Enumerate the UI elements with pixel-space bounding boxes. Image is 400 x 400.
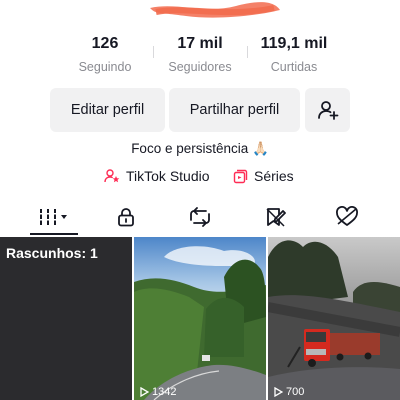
tiktok-studio-label: TikTok Studio bbox=[126, 168, 210, 184]
following-label: Seguindo bbox=[78, 60, 132, 74]
following-count: 126 bbox=[91, 35, 119, 52]
view-count: 700 bbox=[274, 386, 304, 398]
play-icon bbox=[140, 387, 149, 397]
profile-stats: 126 Seguindo 17 mil Seguidores 119,1 mil… bbox=[0, 34, 400, 82]
drafts-tile[interactable]: Rascunhos: 1 bbox=[0, 237, 132, 400]
video-thumbnail[interactable]: 700 bbox=[268, 237, 400, 400]
view-count: 1342 bbox=[140, 386, 176, 398]
tiktok-studio-link[interactable]: TikTok Studio bbox=[104, 168, 210, 184]
road-landscape-thumbnail bbox=[134, 237, 266, 400]
share-profile-button[interactable]: Partilhar perfil bbox=[169, 88, 300, 132]
stat-following[interactable]: 126 Seguindo bbox=[60, 34, 150, 75]
followers-count: 17 mil bbox=[177, 35, 223, 52]
stat-followers[interactable]: 17 mil Seguidores bbox=[155, 34, 245, 75]
tab-videos[interactable] bbox=[24, 200, 84, 234]
profile-links: TikTok Studio Séries bbox=[0, 168, 400, 188]
bookmark-icon bbox=[266, 208, 286, 227]
active-tab-indicator bbox=[30, 233, 78, 235]
tab-liked[interactable] bbox=[317, 200, 377, 234]
followers-label: Seguidores bbox=[168, 60, 232, 74]
add-user-icon bbox=[317, 101, 338, 120]
stat-likes[interactable]: 119,1 mil Curtidas bbox=[249, 34, 339, 75]
redacted-username bbox=[150, 2, 280, 18]
tab-saved[interactable] bbox=[245, 200, 305, 234]
play-icon bbox=[274, 387, 283, 397]
stat-divider bbox=[247, 46, 248, 58]
series-link[interactable]: Séries bbox=[233, 168, 294, 184]
profile-tabs bbox=[0, 200, 400, 236]
heart-icon bbox=[336, 206, 358, 226]
likes-label: Curtidas bbox=[270, 60, 318, 74]
tab-reposts[interactable] bbox=[170, 200, 230, 234]
view-count-label: 700 bbox=[286, 386, 305, 398]
profile-bio: Foco e persistência 🙏🏻 bbox=[131, 141, 269, 156]
lock-icon bbox=[118, 208, 134, 227]
repost-icon bbox=[190, 207, 210, 227]
video-grid: Rascunhos: 1 1342 700 bbox=[0, 237, 400, 400]
series-icon bbox=[233, 169, 248, 184]
series-label: Séries bbox=[254, 168, 294, 184]
grid-icon bbox=[39, 209, 67, 225]
view-count-label: 1342 bbox=[152, 386, 177, 398]
stat-divider bbox=[153, 46, 154, 58]
add-friend-button[interactable] bbox=[305, 88, 350, 132]
studio-icon bbox=[104, 168, 120, 184]
likes-count: 119,1 mil bbox=[260, 35, 328, 52]
edit-profile-button[interactable]: Editar perfil bbox=[50, 88, 165, 132]
drafts-label: Rascunhos: 1 bbox=[6, 245, 98, 261]
tab-private[interactable] bbox=[96, 200, 156, 234]
truck-road-thumbnail bbox=[268, 237, 400, 400]
video-thumbnail[interactable]: 1342 bbox=[134, 237, 266, 400]
